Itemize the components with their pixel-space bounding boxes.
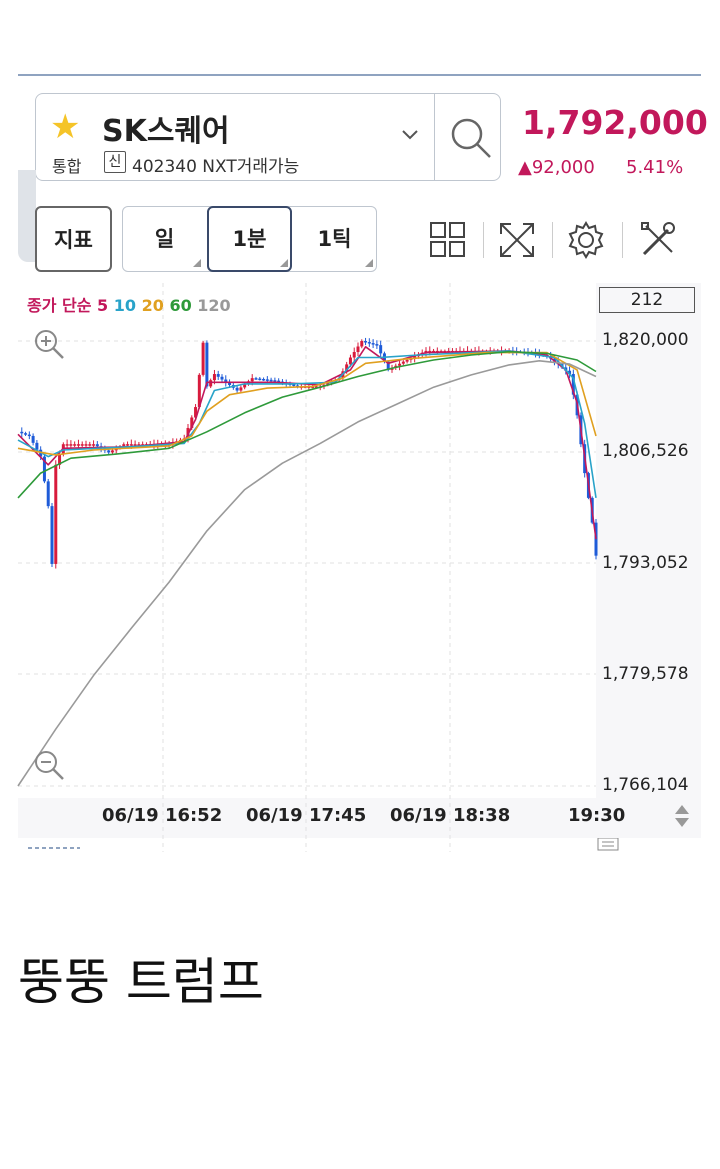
zoom-out-icon[interactable] (32, 748, 66, 782)
ma-legend: 종가 단순 5 10 20 60 120 (27, 292, 231, 316)
y-tick-label: 1,820,000 (602, 330, 689, 350)
x-tick-label: 19:30 (568, 805, 626, 826)
legend-ma10: 10 (113, 296, 137, 315)
legend-ma120: 120 (197, 296, 231, 315)
y-axis-panel (596, 283, 701, 798)
dropdown-corner-icon (365, 259, 373, 267)
legend-ma20: 20 (141, 296, 164, 315)
fullscreen-icon[interactable] (497, 220, 537, 260)
current-price: 1,792,000 (522, 103, 708, 142)
side-drawer-handle[interactable] (18, 170, 36, 262)
top-divider (18, 74, 701, 76)
zoom-in-icon[interactable] (32, 327, 66, 361)
toolbar-separator (552, 222, 553, 258)
legend-ma5: 5 (97, 296, 109, 315)
x-tick-label: 06/19 17:45 (246, 805, 367, 826)
settings-gear-icon[interactable] (566, 220, 606, 260)
y-tick-label: 1,779,578 (602, 664, 689, 684)
header-divider (434, 93, 435, 181)
indicator-button[interactable]: 지표 (35, 206, 112, 272)
favorite-star-icon[interactable]: ★ (50, 110, 80, 144)
price-change: ▲92,000 (518, 157, 595, 178)
y-tick-label: 1,793,052 (602, 553, 689, 573)
x-tick-label: 06/19 18:38 (390, 805, 511, 826)
price-change-pct: 5.41% (626, 157, 684, 178)
dropdown-corner-icon (280, 259, 288, 267)
toolbar-separator (622, 222, 623, 258)
legend-label: 종가 단순 (27, 296, 92, 315)
grid-layout-icon[interactable] (428, 220, 468, 260)
scroll-updown-icon[interactable] (672, 803, 692, 829)
search-icon[interactable] (448, 115, 494, 161)
tools-icon[interactable] (638, 220, 678, 260)
bottom-panel-edge (28, 838, 619, 851)
legend-ma60: 60 (169, 296, 192, 315)
y-tick-label: 1,766,104 (602, 775, 689, 795)
stock-code-info: 402340 NXT거래가능 (132, 157, 300, 177)
y-tick-label: 1,806,526 (602, 441, 689, 461)
dropdown-corner-icon (193, 259, 201, 267)
x-tick-label: 06/19 16:52 (102, 805, 223, 826)
candle-count-box[interactable]: 212 (599, 287, 695, 313)
caption-text: 뚱뚱 트럼프 (18, 953, 264, 1011)
market-label: 통합 (52, 157, 82, 176)
credit-badge: 신 (104, 151, 126, 173)
stock-name: SK스퀘어 (102, 114, 230, 149)
toolbar-separator (483, 222, 484, 258)
chevron-down-icon[interactable] (400, 128, 420, 142)
